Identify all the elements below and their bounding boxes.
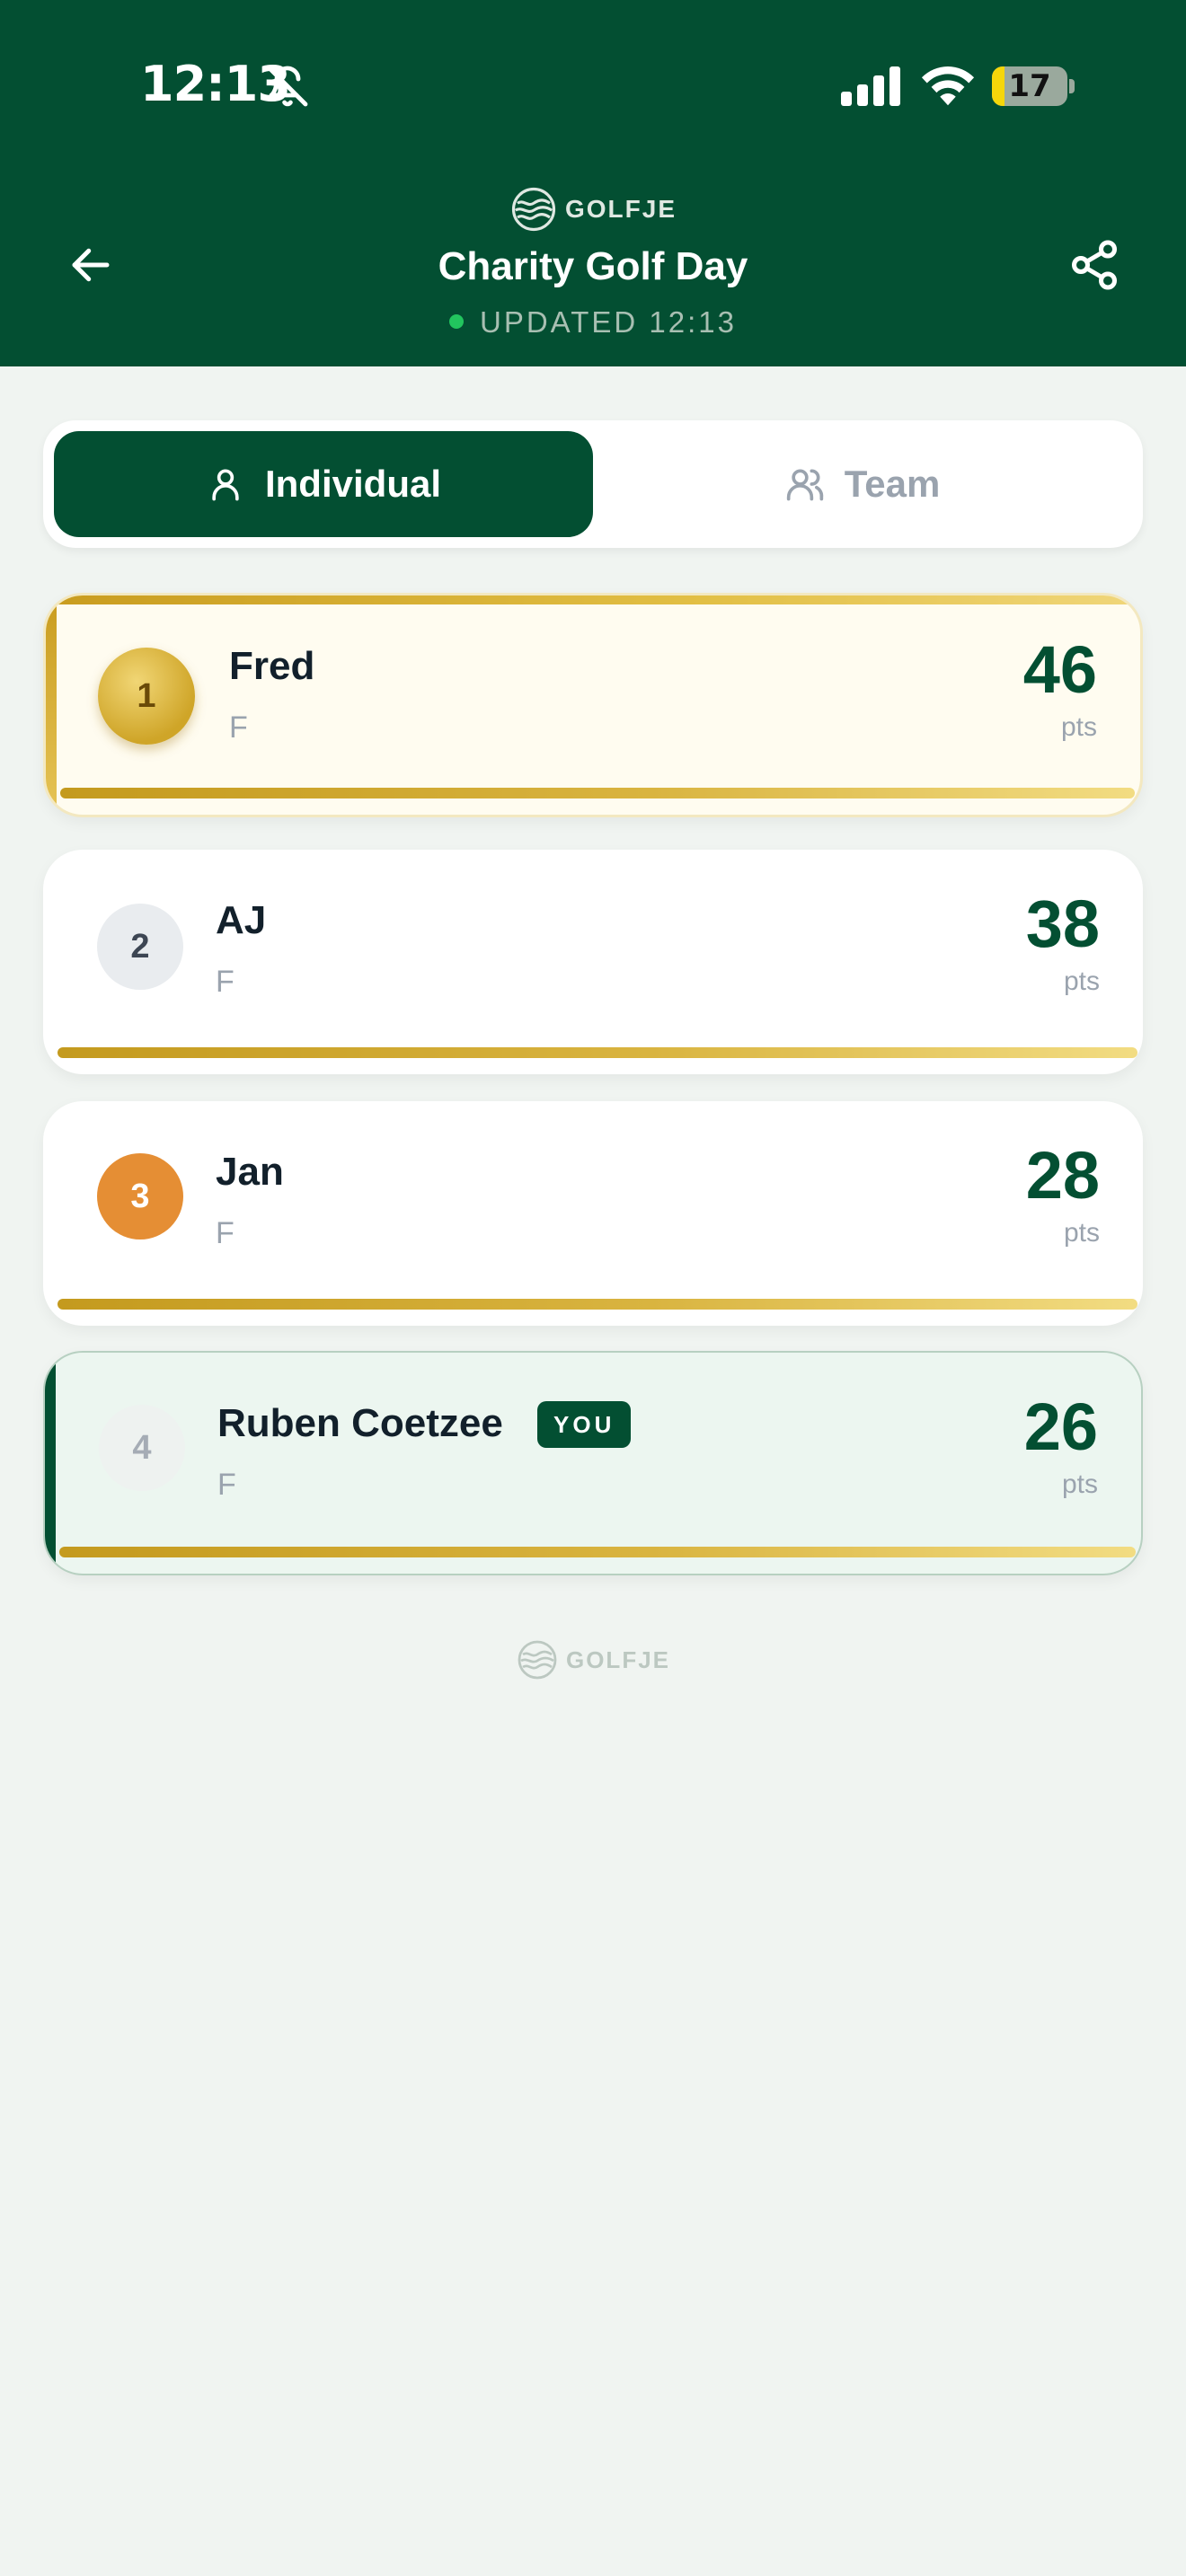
footer-brand-name: GOLFJE (565, 1645, 670, 1673)
points-unit: pts (1060, 712, 1097, 742)
rank-badge: 1 (98, 648, 195, 745)
battery-level: 17 (1008, 68, 1051, 104)
tab-team-label: Team (844, 463, 941, 505)
live-dot-icon (449, 314, 464, 330)
rank-badge: 3 (97, 1153, 183, 1239)
wifi-icon (921, 66, 975, 106)
card-accent-line (58, 1047, 1137, 1058)
rank-badge: 4 (99, 1405, 185, 1491)
points-unit: pts (1063, 966, 1100, 996)
leaderboard-row[interactable]: 3 Jan F 28 pts (43, 1101, 1143, 1326)
player-points: 26 (1023, 1389, 1098, 1464)
app-header: 12:13 17 GOLFJE Charity Golf Day UPDATED… (0, 0, 1186, 366)
tab-team[interactable]: Team (593, 431, 1132, 537)
bell-off-icon (267, 66, 308, 107)
player-points: 46 (1022, 632, 1097, 707)
leaderboard-row[interactable]: 1 Fred F 46 pts (43, 593, 1143, 817)
player-name: Ruben Coetzee (217, 1401, 503, 1445)
golfje-logo-icon (511, 187, 556, 232)
card-accent-line (59, 1547, 1136, 1557)
player-subtitle: F (216, 965, 235, 999)
you-badge: YOU (537, 1401, 632, 1448)
brand-logo: GOLFJE (0, 185, 1186, 234)
leaderboard-row-current-user[interactable]: 4 Ruben Coetzee YOU F 26 pts (43, 1351, 1143, 1575)
card-accent-line (60, 788, 1135, 798)
leaderboard-row[interactable]: 2 AJ F 38 pts (43, 850, 1143, 1074)
rank-badge: 2 (97, 904, 183, 990)
player-points: 28 (1025, 1138, 1100, 1213)
player-subtitle: F (229, 710, 248, 745)
page-title: Charity Golf Day (438, 244, 748, 288)
player-subtitle: F (217, 1468, 236, 1502)
footer-brand: GOLFJE (0, 1638, 1186, 1681)
view-tabs: Individual Team (43, 420, 1143, 548)
signal-icon (841, 66, 900, 106)
tab-individual[interactable]: Individual (54, 431, 593, 537)
person-icon (212, 469, 239, 501)
points-unit: pts (1061, 1469, 1098, 1499)
updated-status: UPDATED 12:13 (0, 305, 1186, 340)
player-name: Fred (229, 644, 315, 688)
card-accent-line (58, 1299, 1137, 1310)
player-name: Jan (216, 1150, 284, 1194)
tab-individual-label: Individual (264, 463, 441, 505)
points-unit: pts (1063, 1218, 1100, 1248)
battery-icon: 17 (992, 66, 1075, 106)
player-subtitle: F (216, 1216, 235, 1250)
player-points: 38 (1025, 887, 1100, 961)
golfje-logo-icon (518, 1640, 557, 1680)
updated-text: UPDATED 12:13 (480, 305, 737, 339)
player-name: AJ (216, 898, 267, 942)
people-icon (786, 469, 823, 501)
brand-name: GOLFJE (564, 195, 677, 223)
share-icon[interactable] (1067, 237, 1121, 293)
